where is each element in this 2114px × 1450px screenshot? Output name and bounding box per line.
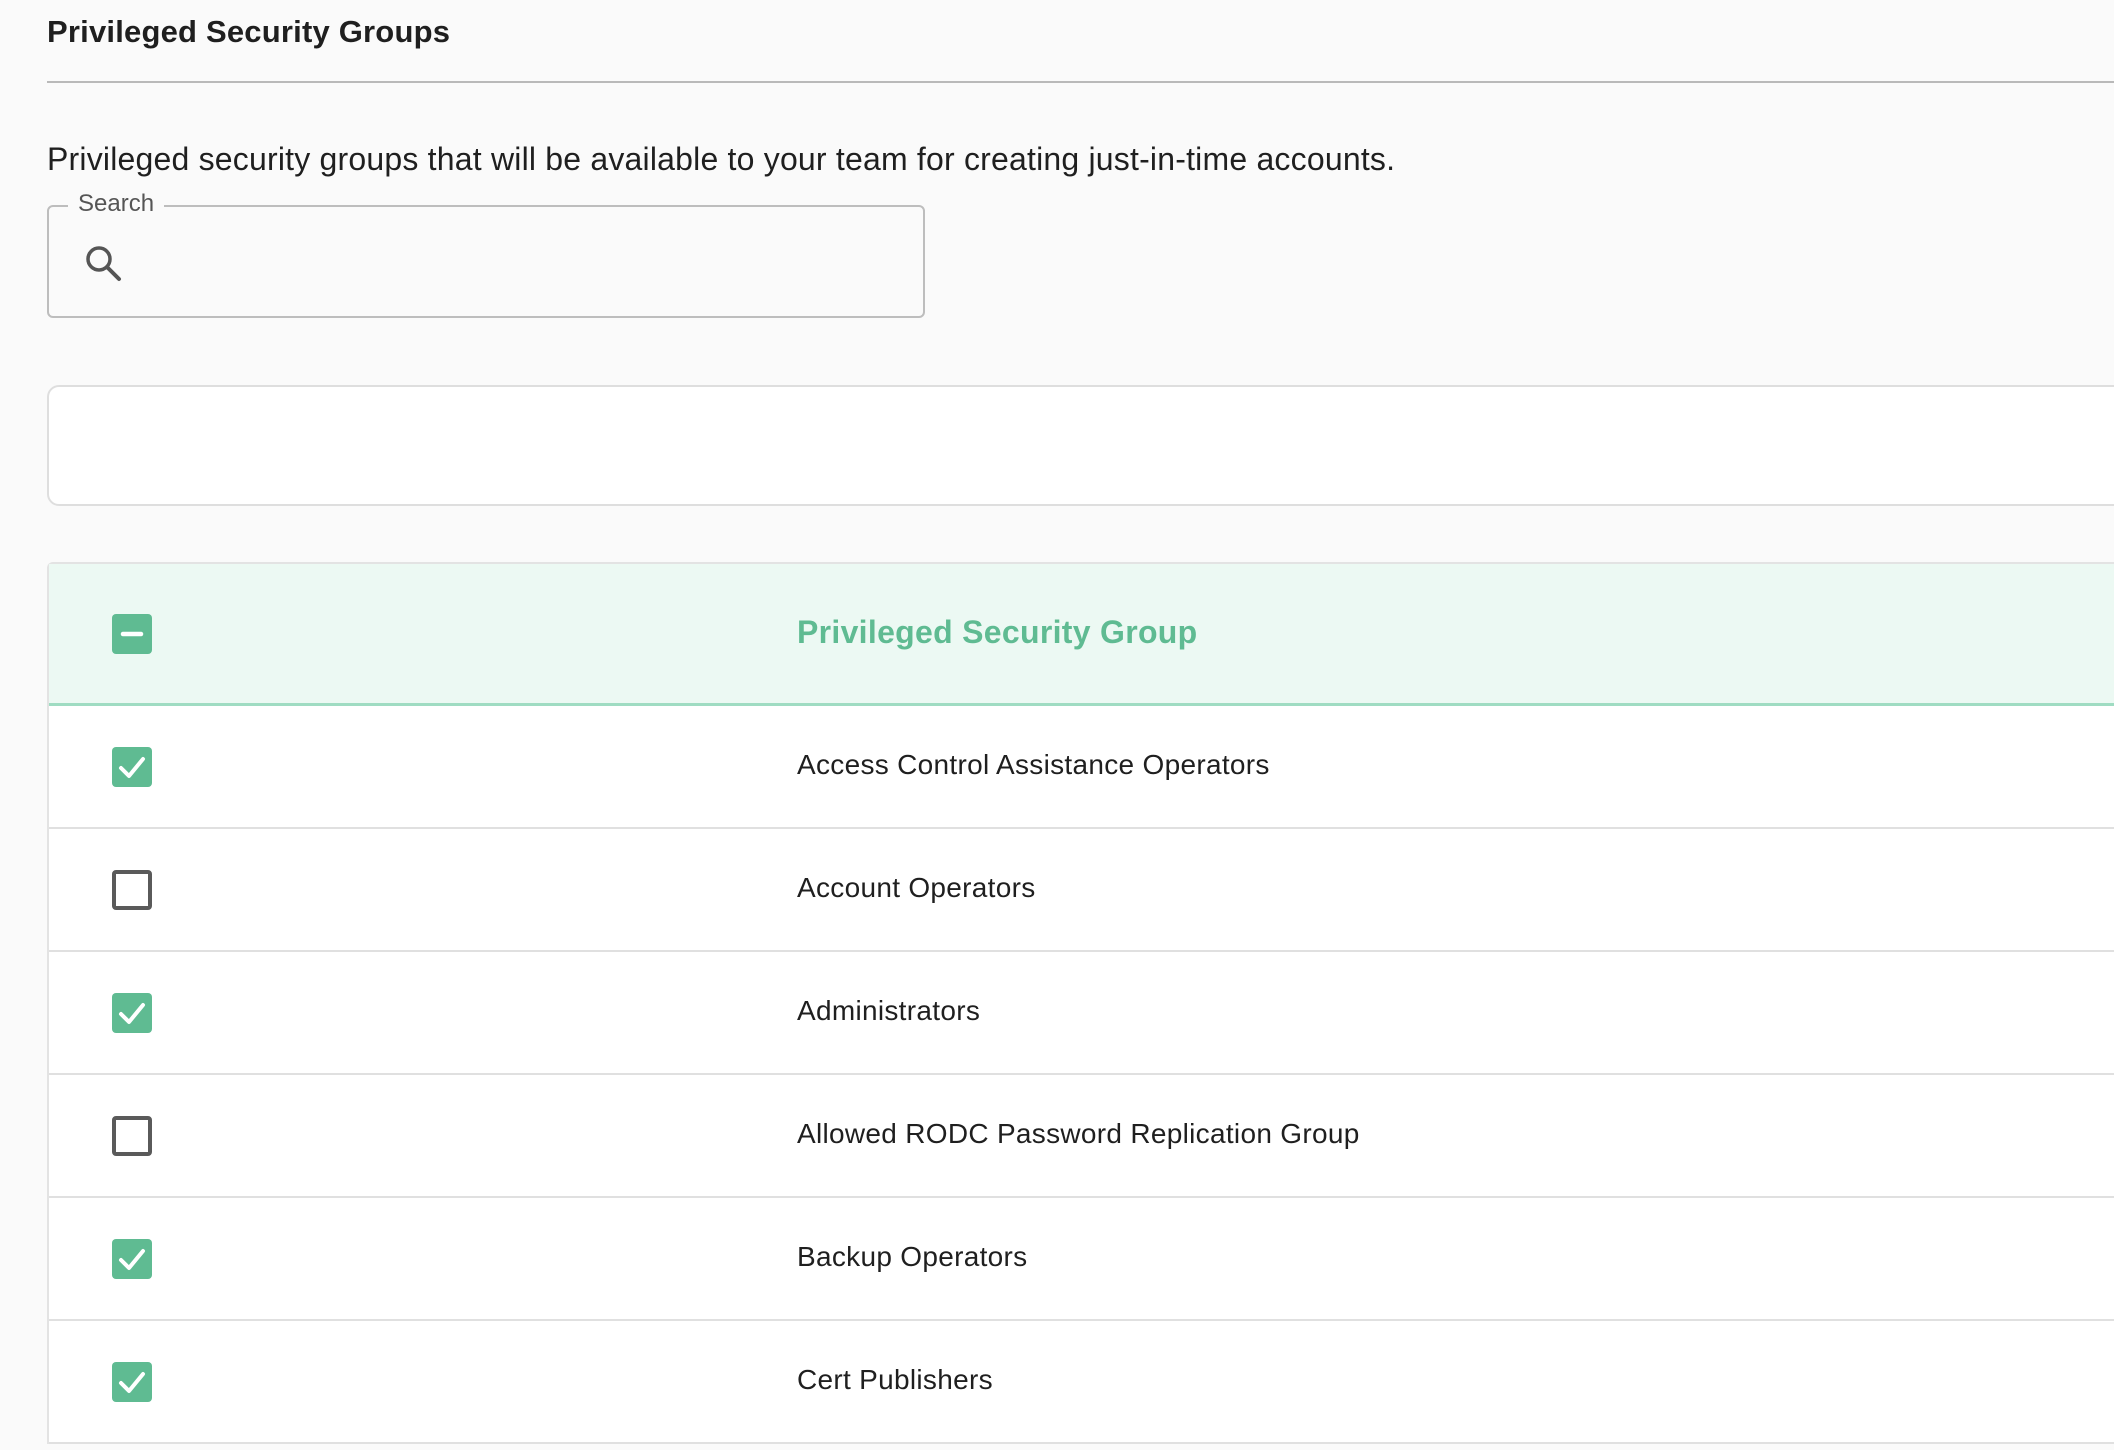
select-all-checkbox[interactable] (112, 614, 152, 654)
search-icon (86, 246, 121, 281)
row-label: Account Operators (797, 872, 1036, 903)
table-header: Privileged Security Group (49, 564, 2114, 706)
row-label: Cert Publishers (797, 1364, 993, 1395)
row-checkbox[interactable] (112, 1362, 152, 1402)
row-label: Backup Operators (797, 1241, 1028, 1272)
row-label: Administrators (797, 995, 981, 1026)
check-icon (119, 1249, 145, 1270)
check-icon (119, 1003, 145, 1024)
row-checkbox[interactable] (112, 1116, 152, 1156)
row-checkbox[interactable] (112, 747, 152, 787)
check-icon (119, 757, 145, 778)
row-label: Allowed RODC Password Replication Group (797, 1118, 1360, 1149)
page-title: Privileged Security Groups (47, 14, 451, 49)
search-input[interactable] (149, 231, 903, 295)
row-label: Access Control Assistance Operators (797, 749, 1270, 780)
table-row[interactable]: Allowed RODC Password Replication Group (49, 1075, 2114, 1198)
table-row[interactable]: Account Operators (49, 829, 2114, 952)
security-groups-table: Privileged Security Group Access Control… (47, 562, 2114, 1444)
table-row[interactable]: Administrators (49, 952, 2114, 1075)
minus-icon (120, 631, 144, 637)
check-icon (119, 1372, 145, 1393)
title-divider (47, 81, 2114, 83)
row-checkbox[interactable] (112, 870, 152, 910)
table-row[interactable]: Backup Operators (49, 1198, 2114, 1321)
row-checkbox[interactable] (112, 1239, 152, 1279)
table-row[interactable]: Access Control Assistance Operators (49, 706, 2114, 829)
page-description: Privileged security groups that will be … (47, 141, 1396, 177)
search-box[interactable]: Search (47, 188, 925, 318)
toolbar-panel (47, 385, 2114, 506)
row-checkbox[interactable] (112, 993, 152, 1033)
search-label: Search (68, 188, 165, 220)
column-header-privileged-security-group[interactable]: Privileged Security Group (797, 614, 1198, 651)
table-row[interactable]: Cert Publishers (49, 1321, 2114, 1444)
